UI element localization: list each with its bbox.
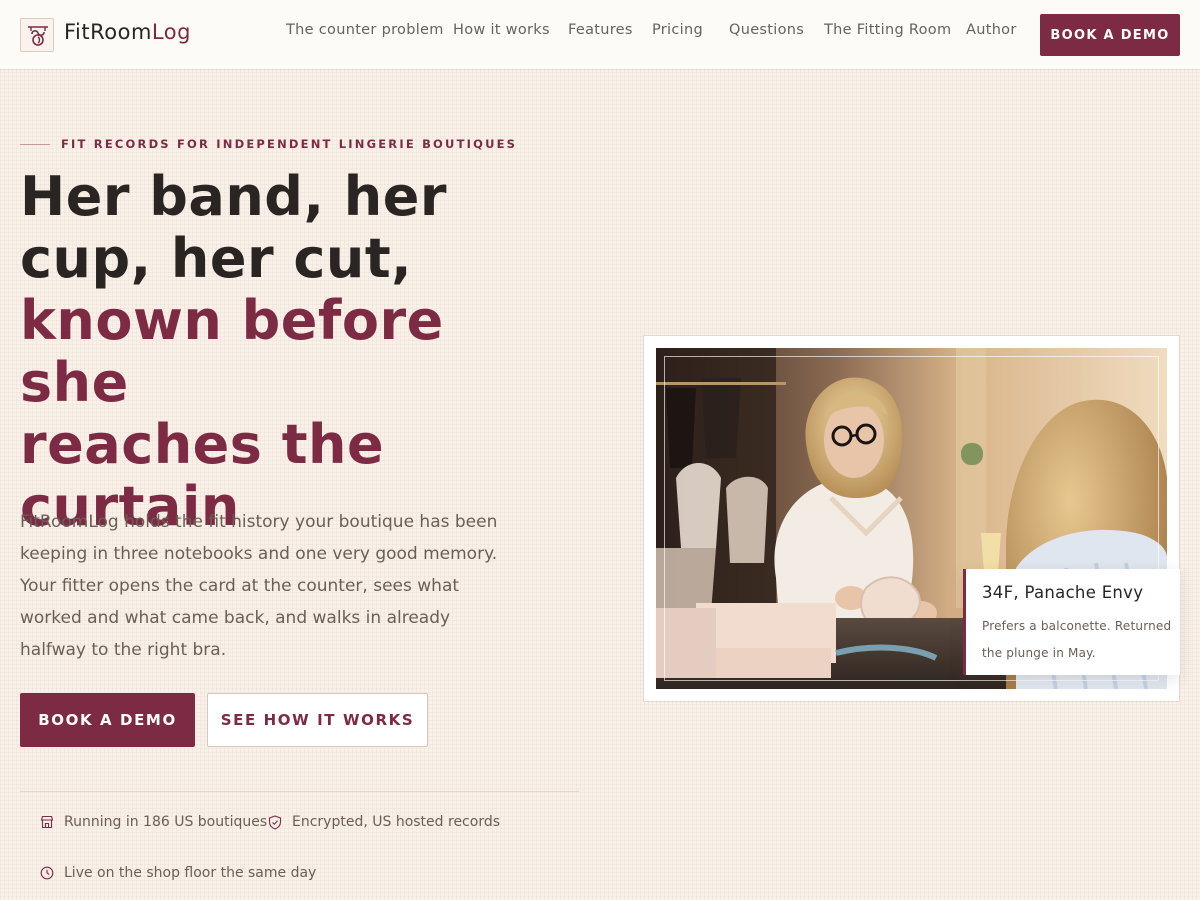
fit-record-card: 34F, Panache Envy Prefers a balconette. …: [963, 569, 1180, 675]
nav-link-fitting-room[interactable]: The Fitting Room: [824, 22, 951, 38]
nav-link-pricing[interactable]: Pricing: [652, 22, 703, 38]
hero-eyebrow: FIT RECORDS FOR INDEPENDENT LINGERIE BOU…: [61, 137, 518, 151]
trust-item-live: Live on the shop floor the same day: [40, 863, 316, 883]
brand-name-suffix: Log: [151, 20, 191, 44]
clock-icon: [40, 866, 54, 880]
trust-label: Live on the shop floor the same day: [64, 865, 317, 881]
book-demo-button-header[interactable]: BOOK A DEMO: [1040, 14, 1180, 56]
brand-wordmark[interactable]: FitRoomLog: [64, 20, 191, 44]
fit-card-note: Prefers a balconette. Returned the plung…: [982, 619, 1172, 660]
brand-name-prefix: FitRoom: [64, 20, 152, 44]
nav-link-author[interactable]: Author: [966, 22, 1017, 38]
see-how-it-works-button[interactable]: SEE HOW IT WORKS: [207, 693, 428, 747]
book-demo-button[interactable]: BOOK A DEMO: [20, 693, 195, 747]
hanger-curtain-icon: [28, 26, 48, 46]
hero-headline: Her band, her cup, her cut, known before…: [20, 166, 540, 538]
headline-line-4: reaches the: [20, 413, 385, 476]
trust-label: Running in 186 US boutiques: [64, 814, 268, 830]
hero-lede: FitRoomLog holds the fit history your bo…: [20, 512, 498, 660]
trust-item-encryption: Encrypted, US hosted records: [268, 812, 500, 832]
headline-line-1: Her band, her: [20, 165, 447, 228]
headline-line-2: cup, her cut,: [20, 227, 413, 290]
logo-icon[interactable]: [20, 18, 54, 52]
nav-link-counter-problem[interactable]: The counter problem: [286, 22, 444, 38]
shield-check-icon: [268, 814, 282, 830]
trust-label: Encrypted, US hosted records: [292, 814, 501, 830]
nav-link-features[interactable]: Features: [568, 22, 633, 38]
nav-link-questions[interactable]: Questions: [729, 22, 804, 38]
storefront-icon: [40, 815, 54, 829]
site-header: FitRoomLog The counter problem How it wo…: [0, 0, 1200, 70]
nav-link-how-it-works[interactable]: How it works: [453, 22, 550, 38]
fit-card-size: 34F, Panache Envy: [982, 583, 1144, 602]
eyebrow-rule: [20, 144, 50, 145]
trust-divider: [20, 791, 579, 792]
trust-item-boutiques: Running in 186 US boutiques: [40, 812, 267, 832]
headline-line-3: known before she: [20, 289, 444, 414]
